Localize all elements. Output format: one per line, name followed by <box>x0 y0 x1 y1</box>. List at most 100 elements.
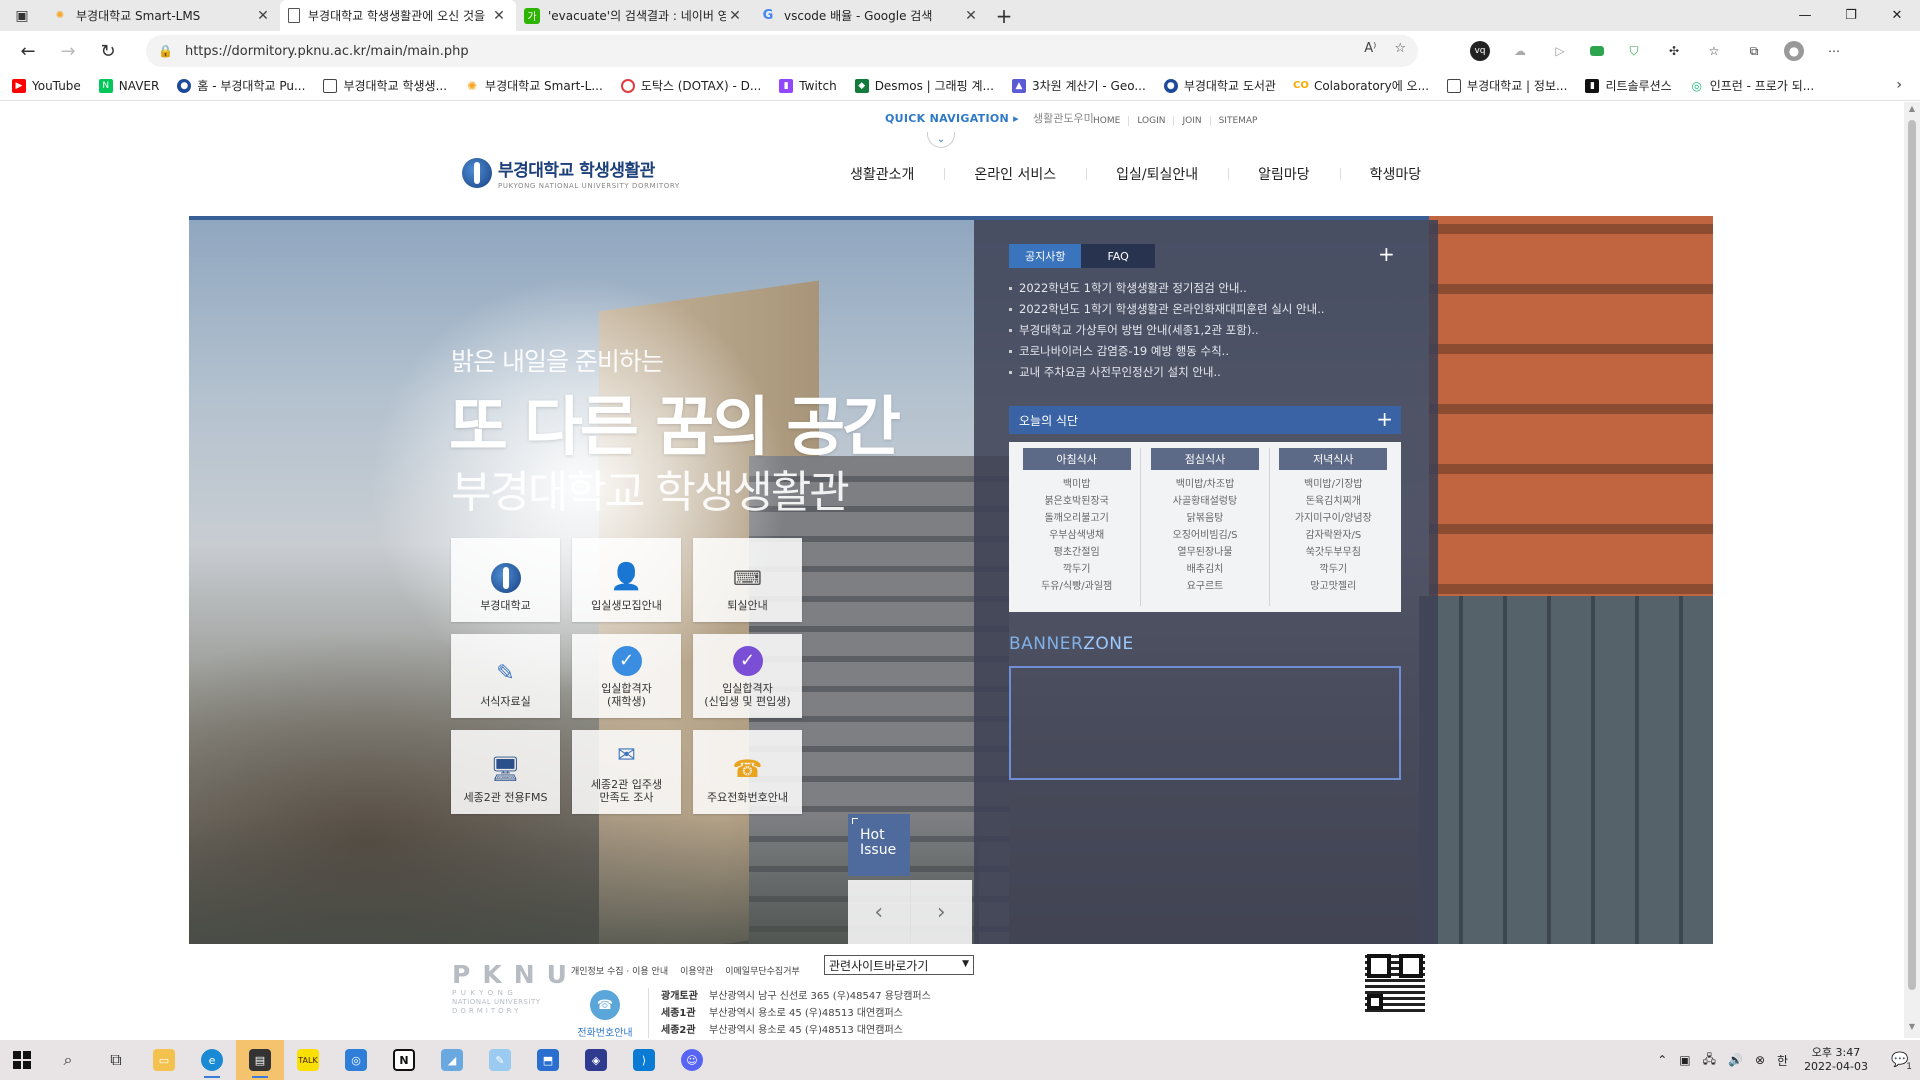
quick-fms-button[interactable]: 🖥 세종2관 전용FMS <box>451 730 560 814</box>
related-sites-select[interactable]: 관련사이트바로가기 ▼ <box>824 955 974 975</box>
bookmark-item[interactable]: 부경대학교 학생생... <box>323 77 447 94</box>
tab-notices[interactable]: 공지사항 <box>1009 244 1082 268</box>
page-scrollbar[interactable]: ▲ ▼ <box>1904 102 1920 1038</box>
chevron-left-icon[interactable]: ‹ <box>848 880 910 944</box>
phone-guide-link[interactable]: ☎ 전화번호안내 <box>572 990 638 1038</box>
chevron-down-icon[interactable]: ⌄ <box>927 132 955 148</box>
lock-icon[interactable]: 🔒 <box>158 44 173 58</box>
app-icon[interactable]: ⬒ <box>524 1040 572 1080</box>
close-tab-icon[interactable]: ✕ <box>254 8 272 24</box>
nav-notices[interactable]: 알림마당 <box>1228 164 1340 184</box>
bookmark-item[interactable]: CO Colaboratory에 오... <box>1293 77 1429 94</box>
kakaotalk-icon[interactable]: TALK <box>284 1040 332 1080</box>
notice-item[interactable]: 2022학년도 1학기 학생생활관 온라인화재대피훈련 실시 안내.. <box>1009 299 1389 320</box>
home-link[interactable]: HOME <box>1085 116 1128 126</box>
extension-vq-icon[interactable]: vq <box>1470 41 1490 61</box>
terms-link[interactable]: 이용약관 <box>680 964 713 977</box>
meet-now-icon[interactable]: ▣ <box>1679 1053 1690 1067</box>
hot-issue-label[interactable]: Hot Issue <box>848 814 910 876</box>
privacy-link[interactable]: 개인정보 수집 · 이용 안내 <box>571 964 668 977</box>
close-tab-icon[interactable]: ✕ <box>490 8 508 24</box>
back-button[interactable]: ← <box>8 31 48 71</box>
bookmark-item[interactable]: ◆ Desmos | 그래핑 계... <box>854 77 994 94</box>
notice-item[interactable]: 2022학년도 1학기 학생생활관 정기점검 안내.. <box>1009 278 1389 299</box>
notice-item[interactable]: 코로나바이러스 감염증-19 예방 행동 수칙.. <box>1009 341 1389 362</box>
quick-recruit-button[interactable]: 👤 입실생모집안내 <box>572 538 681 622</box>
email-refusal-link[interactable]: 이메일무단수집거부 <box>725 964 800 977</box>
banner-box[interactable] <box>1009 666 1401 780</box>
nav-students[interactable]: 학생마당 <box>1339 164 1452 184</box>
scrollbar-thumb[interactable] <box>1908 120 1916 990</box>
vscode-icon[interactable]: ⟩ <box>620 1040 668 1080</box>
nav-online-service[interactable]: 온라인 서비스 <box>944 164 1086 184</box>
quick-phone-button[interactable]: ☎ 주요전화번호안내 <box>693 730 802 814</box>
search-icon[interactable]: ⌕ <box>44 1040 92 1080</box>
bookmark-item[interactable]: 부경대학교 | 정보... <box>1447 77 1567 94</box>
notice-item[interactable]: 교내 주차요금 사전무인정산기 설치 안내.. <box>1009 362 1389 383</box>
bookmark-item[interactable]: 도탁스 (DOTAX) - D... <box>620 77 761 94</box>
close-tab-icon[interactable]: ✕ <box>962 8 980 24</box>
quick-accepted-current-button[interactable]: ✓ 입실합격자 (재학생) <box>572 634 681 718</box>
chevron-right-icon[interactable]: › <box>1896 77 1902 93</box>
add-favorite-icon[interactable]: ☆ <box>1394 41 1406 56</box>
collections-icon[interactable]: ⧉ <box>1744 41 1764 61</box>
refresh-button[interactable]: ↻ <box>88 31 128 71</box>
app-icon[interactable]: ◢ <box>428 1040 476 1080</box>
quick-navigation-link[interactable]: QUICK NAVIGATION ▸ <box>885 112 1019 125</box>
bookmark-item[interactable]: ✺ 부경대학교 Smart-L... <box>465 77 603 94</box>
ime-icon[interactable]: ⊗ <box>1755 1053 1765 1067</box>
minimize-icon[interactable]: — <box>1782 0 1828 31</box>
join-link[interactable]: JOIN <box>1173 116 1209 126</box>
more-menu-icon[interactable]: ⋯ <box>1824 41 1844 61</box>
quick-survey-button[interactable]: ✉ 세종2관 입주생 만족도 조사 <box>572 730 681 814</box>
close-tab-icon[interactable]: ✕ <box>726 8 744 24</box>
discord-icon[interactable]: ☺ <box>668 1040 716 1080</box>
quick-pknu-button[interactable]: 부경대학교 <box>451 538 560 622</box>
bookmark-item[interactable]: ▶ YouTube <box>12 78 81 93</box>
tab-actions-icon[interactable]: ▣ <box>0 0 44 31</box>
windows-start-icon[interactable] <box>0 1040 44 1080</box>
bookmark-item[interactable]: ● 부경대학교 도서관 <box>1163 77 1276 94</box>
nav-checkin-checkout[interactable]: 입실/퇴실안내 <box>1086 164 1228 184</box>
extension-green-icon[interactable] <box>1590 46 1604 56</box>
file-explorer-icon[interactable]: ▭ <box>140 1040 188 1080</box>
read-aloud-icon[interactable]: A⁾ <box>1364 41 1376 56</box>
extension-cloud-icon[interactable]: ☁ <box>1510 41 1530 61</box>
extensions-icon[interactable]: ✣ <box>1664 41 1684 61</box>
ime-hangul-indicator[interactable]: 한 <box>1777 1052 1788 1069</box>
login-link[interactable]: LOGIN <box>1128 116 1173 126</box>
network-icon[interactable]: 🖧 <box>1703 1050 1716 1071</box>
notice-more-icon[interactable]: + <box>1378 242 1395 266</box>
quick-accepted-new-button[interactable]: ✓ 입실합격자 (신입생 및 편입생) <box>693 634 802 718</box>
nav-about[interactable]: 생활관소개 <box>820 164 944 184</box>
notice-item[interactable]: 부경대학교 가상투어 방법 안내(세종1,2관 포함).. <box>1009 320 1389 341</box>
address-bar[interactable]: 🔒 https://dormitory.pknu.ac.kr/main/main… <box>146 35 1418 67</box>
quick-forms-button[interactable]: ✎ 서식자료실 <box>451 634 560 718</box>
edge-browser-icon[interactable]: e <box>188 1040 236 1080</box>
profile-avatar-icon[interactable]: ● <box>1784 41 1804 61</box>
app-icon[interactable]: ◈ <box>572 1040 620 1080</box>
bookmark-item[interactable]: ▮ 리트솔루션스 <box>1585 77 1672 94</box>
forward-button[interactable]: → <box>48 31 88 71</box>
site-logo[interactable]: 부경대학교 학생생활관 PUKYONG NATIONAL UNIVERSITY … <box>462 156 680 190</box>
scroll-down-icon[interactable]: ▼ <box>1904 1022 1920 1036</box>
chevron-right-icon[interactable]: › <box>909 880 973 944</box>
restore-icon[interactable]: ❐ <box>1828 0 1874 31</box>
sitemap-link[interactable]: SITEMAP <box>1209 116 1266 126</box>
paint-icon[interactable]: ✎ <box>476 1040 524 1080</box>
favorites-icon[interactable]: ☆ <box>1704 41 1724 61</box>
browser-tab[interactable]: 가 'evacuate'의 검색결과 : 네이버 영 ✕ <box>516 0 752 31</box>
tab-faq[interactable]: FAQ <box>1081 244 1155 268</box>
quick-checkout-button[interactable]: ⌨ 퇴실안내 <box>693 538 802 622</box>
meal-more-icon[interactable]: + <box>1376 407 1393 431</box>
scroll-up-icon[interactable]: ▲ <box>1904 104 1920 118</box>
bookmark-item[interactable]: ▮ Twitch <box>779 78 837 93</box>
volume-icon[interactable]: 🔊 <box>1728 1053 1743 1067</box>
browser-tab-active[interactable]: 부경대학교 학생생활관에 오신 것을 ✕ <box>280 0 516 31</box>
browser-tab[interactable]: ✺ 부경대학교 Smart-LMS ✕ <box>44 0 280 31</box>
taskbar-clock[interactable]: 오후 3:47 2022-04-03 <box>1804 1046 1868 1074</box>
browser-tab[interactable]: G vscode 배율 - Google 검색 ✕ <box>752 0 988 31</box>
extension-shield-icon[interactable]: ⛉ <box>1624 41 1644 61</box>
chevron-up-icon[interactable]: ⌃ <box>1657 1053 1667 1067</box>
bookmark-item[interactable]: ◎ 인프런 - 프로가 되... <box>1690 77 1814 94</box>
